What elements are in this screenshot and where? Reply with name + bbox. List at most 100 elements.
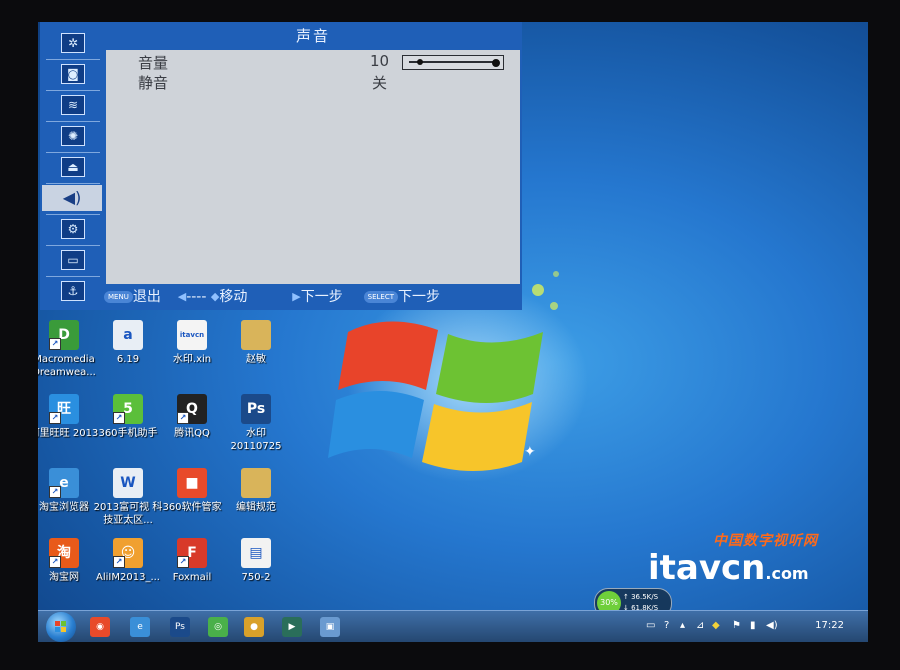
- volume-label: 音量: [138, 54, 169, 72]
- desktop-icon[interactable]: D ↗ Macromedia Dreamwea...: [38, 320, 100, 379]
- osd-menu-item-waveform[interactable]: ≋: [46, 92, 100, 118]
- select-key-badge: SELECT: [363, 291, 398, 303]
- desktop-icon[interactable]: 5 ↗ 360手机助手: [92, 394, 164, 440]
- desktop-icon[interactable]: 编辑规范: [220, 468, 292, 514]
- system-tray: ▭ ? ▴ ⊿ ◆ ⚑ ▮ ◀) 17:22: [642, 611, 862, 642]
- desktop-icon-image: ■: [177, 468, 207, 498]
- desktop-icon[interactable]: 旺↗ 阿里旺旺 2013: [38, 394, 100, 440]
- chevron-up-icon[interactable]: ▴: [680, 620, 685, 631]
- desktop-screen: ✦ ✲ ◙ ≋ ✺ ⏏ ◀) ⚙ ▭ ⚓ 声音 音量 10 静音 关 MENU 退出 ◀---- …: [38, 22, 868, 642]
- volume-icon[interactable]: ◀): [766, 620, 778, 631]
- start-button[interactable]: [46, 612, 76, 642]
- shortcut-arrow-icon: ↗: [49, 412, 61, 424]
- taskbar-app-chrome[interactable]: ●: [244, 617, 264, 637]
- svg-text:✦: ✦: [524, 444, 536, 460]
- window-icon: ▣: [325, 622, 335, 632]
- ie-icon: e: [137, 622, 143, 632]
- desktop-icon[interactable]: Q ↗ 腾讯QQ: [156, 394, 228, 440]
- clock[interactable]: 17:22: [815, 620, 844, 631]
- desktop-icon[interactable]: ☺ ↗ AliIM2013_...: [92, 538, 164, 584]
- volume-slider-knob[interactable]: [417, 59, 424, 65]
- flag-icon[interactable]: ◆: [712, 620, 720, 631]
- osd-menu-item-gear[interactable]: ⚙: [46, 216, 100, 242]
- help-icon[interactable]: ?: [664, 620, 669, 631]
- shortcut-arrow-icon: ↗: [49, 556, 61, 568]
- desktop-icon[interactable]: a 6.19: [92, 320, 164, 366]
- speaker-icon: ◀): [62, 188, 82, 207]
- desktop-icon-label: 腾讯QQ: [174, 428, 210, 439]
- menu-key-badge: MENU: [104, 291, 133, 303]
- desktop-icon[interactable]: 淘 ↗ 淘宝网: [38, 538, 100, 584]
- chrome-icon: ●: [250, 622, 258, 632]
- desktop-icon[interactable]: ■ 360软件管家: [156, 468, 228, 514]
- osd-menu-item-input[interactable]: ⏏: [46, 154, 100, 180]
- osd-menu-item-monitor[interactable]: ▭: [46, 247, 100, 273]
- desktop-icon[interactable]: F ↗ Foxmail: [156, 538, 228, 584]
- taskbar: ◉ e Ps ◎ ● ▶ ▣ ▭ ? ▴ ⊿ ◆ ⚑ ▮ ◀) 17:22: [38, 610, 868, 642]
- desktop-icon[interactable]: 赵敏: [220, 320, 292, 366]
- keyboard-icon[interactable]: ▭: [646, 620, 655, 631]
- desktop-icon-image: Ps: [241, 394, 271, 424]
- next-hint-2: 下一步: [397, 289, 440, 305]
- osd-title: 声音: [295, 27, 330, 45]
- volume-slider[interactable]: [402, 55, 504, 70]
- osd-sidebar: ✲ ◙ ≋ ✺ ⏏ ◀) ⚙ ▭ ⚓: [40, 22, 104, 310]
- network-icon[interactable]: ⊿: [696, 620, 704, 631]
- osd-menu-item-settings[interactable]: ✺: [46, 123, 100, 149]
- osd-menu-item-speaker[interactable]: ◀): [42, 185, 102, 211]
- taskbar-app-ie[interactable]: e: [130, 617, 150, 637]
- taskbar-app-360[interactable]: ◉: [90, 617, 110, 637]
- taskbar-app-360-browser[interactable]: ◎: [208, 617, 228, 637]
- desktop-icon[interactable]: itavcn 水印.xin: [156, 320, 228, 366]
- desktop-icon-label: 淘宝浏览器: [39, 502, 89, 513]
- taskbar-app-photoshop[interactable]: Ps: [170, 617, 190, 637]
- osd-sound-panel: 音量 10 静音 关: [106, 50, 520, 284]
- picture-icon: ✲: [61, 33, 85, 53]
- osd-menu-item-display[interactable]: ◙: [46, 61, 100, 87]
- mute-label: 静音: [138, 74, 169, 92]
- osd-sidebar-separator: [46, 90, 100, 91]
- osd-footer: MENU 退出 ◀---- ◆移动 ▶下一步 SELECT 下一步: [104, 284, 522, 310]
- desktop-icon-label: 6.19: [116, 354, 140, 365]
- desktop-icon-image: [241, 468, 271, 498]
- osd-menu-item-anchor[interactable]: ⚓: [46, 278, 100, 304]
- desktop-icon-label: 水印 20110725: [230, 428, 282, 452]
- desktop-icon[interactable]: Ps 水印 20110725: [220, 394, 292, 453]
- desktop-icon-image: ▤: [241, 538, 271, 568]
- mute-value[interactable]: 关: [372, 72, 387, 93]
- watermark-en: itavcn.com: [648, 548, 809, 588]
- taskbar-app-player[interactable]: ▶: [282, 617, 302, 637]
- signal-icon[interactable]: ▮: [750, 620, 756, 631]
- desktop-icon-image: 淘 ↗: [49, 538, 79, 568]
- photoshop-icon: Ps: [175, 622, 185, 632]
- settings-icon: ✺: [61, 126, 85, 146]
- volume-value: 10: [370, 52, 390, 70]
- player-icon: ▶: [288, 622, 296, 632]
- gear-icon: ⚙: [61, 219, 85, 239]
- right-arrow-icon: ▶: [292, 290, 301, 303]
- osd-sidebar-separator: [46, 214, 100, 215]
- desktop-icon[interactable]: W 2013富可视 科技亚太区...: [92, 468, 164, 527]
- desktop-icon-label: 750-2: [241, 572, 271, 583]
- desktop-icon-image: F ↗: [177, 538, 207, 568]
- windows-start-icon: [55, 621, 66, 632]
- waveform-icon: ≋: [61, 95, 85, 115]
- left-arrow-icon: ◀: [177, 290, 187, 303]
- shortcut-arrow-icon: ↗: [49, 486, 61, 498]
- desktop-icon-image: 旺 ↗: [49, 394, 79, 424]
- desktop-icon-image: a: [113, 320, 143, 350]
- desktop-icon[interactable]: e ↗ 淘宝浏览器: [38, 468, 100, 514]
- desktop-icon-image: Q ↗: [177, 394, 207, 424]
- osd-sidebar-separator: [46, 59, 100, 60]
- desktop-icon[interactable]: ▤ 750-2: [220, 538, 292, 584]
- desktop-icon-label: 2013富可视 科技亚太区...: [93, 502, 163, 526]
- desktop-icon-image: e ↗: [49, 468, 79, 498]
- desktop-icon-image: 5 ↗: [113, 394, 143, 424]
- action-icon[interactable]: ⚑: [732, 620, 741, 631]
- shortcut-arrow-icon: ↗: [49, 338, 61, 350]
- osd-menu-item-picture[interactable]: ✲: [46, 30, 100, 56]
- osd-sidebar-separator: [46, 121, 100, 122]
- taskbar-app-window[interactable]: ▣: [320, 617, 340, 637]
- desktop-icon-label: 360软件管家: [162, 502, 222, 513]
- desktop-icon-label: Macromedia Dreamwea...: [38, 354, 96, 378]
